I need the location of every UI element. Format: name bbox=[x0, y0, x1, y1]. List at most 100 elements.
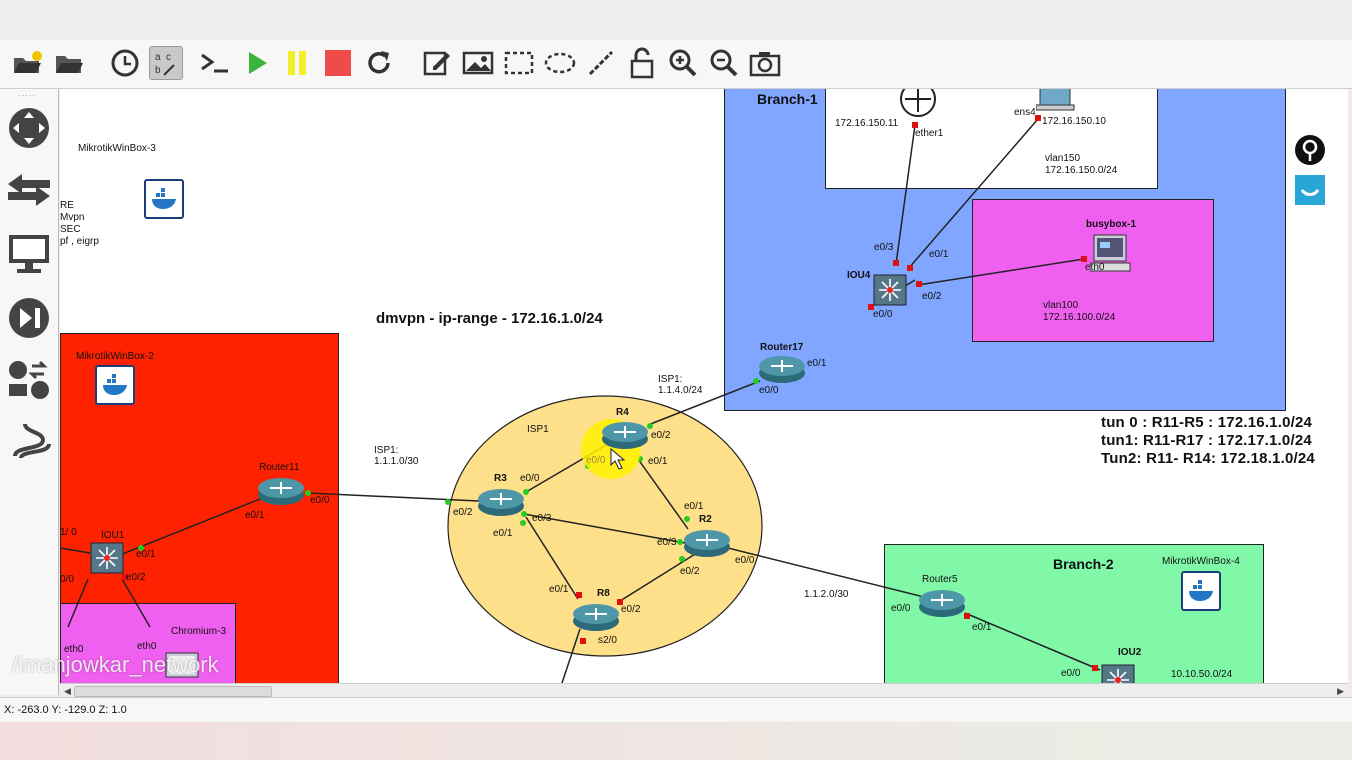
cursor-coordinates: X: -263.0 Y: -129.0 Z: 1.0 bbox=[4, 704, 127, 716]
r3-icon[interactable] bbox=[476, 486, 526, 518]
window-bottom-band bbox=[0, 722, 1352, 760]
host-router-icon[interactable] bbox=[898, 89, 938, 117]
port-label: ens4 bbox=[1014, 107, 1036, 118]
vlan100-label: vlan100 bbox=[1043, 300, 1079, 311]
mikrotik3-label: MikrotikWinBox-3 bbox=[78, 143, 156, 154]
mikrotik2-label: MikrotikWinBox-2 bbox=[76, 351, 154, 362]
port-label: e0/3 bbox=[874, 242, 894, 253]
iou2-label: IOU2 bbox=[1118, 647, 1142, 658]
draw-line-icon[interactable] bbox=[584, 46, 618, 80]
window-top-band bbox=[0, 0, 1352, 40]
draw-rectangle-icon[interactable] bbox=[502, 46, 536, 80]
browse-switches-icon[interactable] bbox=[4, 165, 54, 215]
browse-end-devices-icon[interactable] bbox=[4, 229, 54, 279]
links-layer bbox=[60, 115, 1101, 683]
scroll-left-icon[interactable]: ◀ bbox=[64, 684, 71, 698]
isp1-area-label: ISP1 bbox=[527, 424, 549, 435]
port-label: e0/1 bbox=[807, 358, 827, 369]
left-note-1: RE bbox=[60, 200, 74, 211]
open-folder-icon[interactable] bbox=[52, 46, 86, 80]
start-icon[interactable] bbox=[240, 46, 274, 80]
port-label: e0/2 bbox=[922, 291, 942, 302]
draw-ellipse-icon[interactable] bbox=[543, 46, 577, 80]
port-label: e0/3 bbox=[657, 537, 677, 548]
port-label: e0/0 bbox=[891, 603, 911, 614]
branch2-link-subnet: 1.1.2.0/30 bbox=[804, 589, 849, 600]
iou1-switch-icon[interactable] bbox=[89, 541, 125, 575]
topology-canvas[interactable]: MikrotikWinBox-3 MikrotikWinBox-2 Mikrot… bbox=[60, 89, 1348, 683]
port-label: s2/0 bbox=[598, 635, 617, 646]
port-label: e0/0 bbox=[759, 385, 779, 396]
svg-text:c: c bbox=[166, 52, 171, 63]
port-label: e0/1 bbox=[136, 549, 156, 560]
left-note-4: pf , eigrp bbox=[60, 236, 99, 247]
iou4-switch-icon[interactable] bbox=[872, 273, 908, 307]
console-icon[interactable] bbox=[198, 46, 232, 80]
port-label: e0/2 bbox=[621, 604, 641, 615]
isp1-top-label: ISP1: bbox=[658, 374, 683, 385]
port-label: e0/3 bbox=[532, 513, 552, 524]
lock-icon[interactable] bbox=[625, 46, 659, 80]
port-label: e0/2 bbox=[651, 430, 671, 441]
mikrotik4-icon[interactable] bbox=[1181, 571, 1221, 611]
location-pin-icon[interactable] bbox=[1293, 133, 1327, 167]
port-label: e0/0 bbox=[310, 495, 330, 506]
r8-label: R8 bbox=[597, 588, 610, 599]
router5-icon[interactable] bbox=[917, 587, 967, 619]
port-label: e0/2 bbox=[680, 566, 700, 577]
left-note-2: Mvpn bbox=[60, 212, 85, 223]
vlan150-subnet: 172.16.150.0/24 bbox=[1045, 165, 1118, 176]
screenshot-icon[interactable] bbox=[748, 46, 782, 80]
zoom-in-icon[interactable] bbox=[666, 46, 700, 80]
show-labels-icon[interactable]: acb bbox=[149, 46, 183, 80]
add-note-icon[interactable] bbox=[420, 46, 454, 80]
tunnel-1: tun1: R11-R17 : 172.17.1.0/24 bbox=[1101, 432, 1312, 449]
r8-icon[interactable] bbox=[571, 601, 621, 633]
port-label: e0/0 bbox=[520, 473, 540, 484]
iou2-switch-icon[interactable] bbox=[1100, 663, 1136, 683]
add-link-icon[interactable] bbox=[4, 417, 54, 467]
stop-icon[interactable] bbox=[321, 46, 355, 80]
tunnel-2: Tun2: R11- R14: 172.18.1.0/24 bbox=[1101, 450, 1315, 467]
router17-icon[interactable] bbox=[757, 353, 807, 385]
scroll-right-icon[interactable]: ▶ bbox=[1337, 684, 1344, 698]
svg-text:b: b bbox=[155, 65, 161, 76]
mikrotik4-label: MikrotikWinBox-4 bbox=[1162, 556, 1240, 567]
sidebar-grip: ····· bbox=[18, 91, 37, 100]
zoom-out-icon[interactable] bbox=[707, 46, 741, 80]
mikrotik2-icon[interactable] bbox=[95, 365, 135, 405]
horizontal-scrollbar[interactable]: ◀ ▶ bbox=[60, 683, 1348, 698]
isp1-top-subnet: 1.1.4.0/24 bbox=[658, 385, 703, 396]
pause-icon[interactable] bbox=[280, 46, 314, 80]
vlan150-label: vlan150 bbox=[1045, 153, 1081, 164]
clock-icon[interactable] bbox=[108, 46, 142, 80]
isp1-left-label: ISP1: bbox=[374, 445, 399, 456]
port-label: e0/1 bbox=[245, 510, 265, 521]
left-note-3: SEC bbox=[60, 224, 81, 235]
port-label: eth0 bbox=[137, 641, 157, 652]
dmvpn-title: dmvpn - ip-range - 172.16.1.0/24 bbox=[376, 310, 603, 327]
port-label: e0/1 bbox=[648, 456, 668, 467]
branch2-lan-subnet: 10.10.50.0/24 bbox=[1171, 669, 1233, 680]
isp1-left-subnet: 1.1.1.0/30 bbox=[374, 456, 419, 467]
r2-icon[interactable] bbox=[682, 527, 732, 559]
port-label: e0/1 bbox=[493, 528, 513, 539]
scroll-thumb[interactable] bbox=[74, 686, 272, 697]
browse-security-icon[interactable] bbox=[4, 293, 54, 343]
port-label: e0/1 bbox=[972, 622, 992, 633]
port-label: ether1 bbox=[915, 128, 944, 139]
insert-image-icon[interactable] bbox=[461, 46, 495, 80]
watermark: /imanjowkar_network bbox=[12, 652, 219, 677]
ens4-host-icon[interactable] bbox=[1036, 89, 1076, 113]
router11-icon[interactable] bbox=[256, 475, 306, 507]
host2-ip: 172.16.150.10 bbox=[1042, 116, 1106, 127]
router5-label: Router5 bbox=[922, 574, 958, 585]
ubuntu-host-icon[interactable] bbox=[1293, 173, 1327, 207]
branch1-label: Branch-1 bbox=[757, 91, 818, 107]
browse-routers-icon[interactable] bbox=[4, 103, 54, 153]
reload-icon[interactable] bbox=[362, 46, 396, 80]
r4-icon[interactable] bbox=[600, 419, 650, 451]
mikrotik3-icon[interactable] bbox=[144, 179, 184, 219]
open-project-icon[interactable] bbox=[10, 46, 44, 80]
browse-all-devices-icon[interactable] bbox=[4, 355, 54, 405]
